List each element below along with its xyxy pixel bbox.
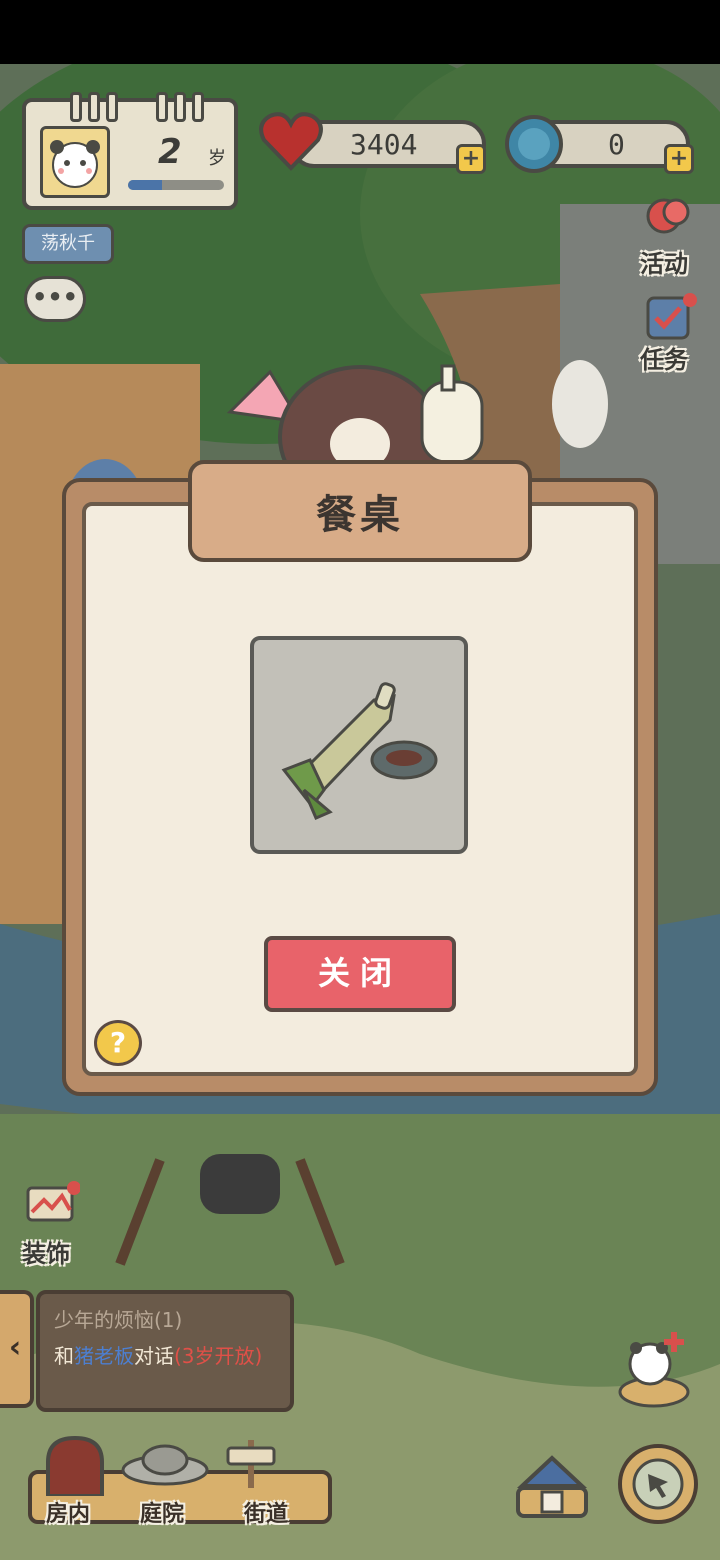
hearts-value: 3404 bbox=[350, 128, 418, 161]
zongzi-item-image bbox=[281, 682, 438, 820]
nav-street[interactable]: 街道 bbox=[244, 1496, 288, 1528]
add-gems-button[interactable]: + bbox=[664, 144, 694, 174]
quest-body-prefix: 和 bbox=[54, 1344, 74, 1368]
task-clipboard-icon bbox=[646, 293, 697, 340]
nav-room[interactable]: 房内 bbox=[46, 1496, 90, 1528]
food-decoration bbox=[226, 364, 484, 472]
heart-icon bbox=[259, 112, 323, 171]
quest-description: 和猪老板对话(3岁开放) bbox=[54, 1342, 290, 1370]
quest-unlock-note: (3岁开放) bbox=[174, 1344, 263, 1368]
collapse-quest-button[interactable]: ‹ bbox=[0, 1290, 34, 1408]
street-sign-icon bbox=[226, 1440, 276, 1488]
panda-companion-icon[interactable] bbox=[612, 1326, 696, 1410]
home-icon[interactable] bbox=[512, 1452, 592, 1522]
decorate-button[interactable]: 装饰 bbox=[22, 1234, 70, 1269]
age-value: 2 bbox=[158, 132, 182, 172]
panda-avatar bbox=[40, 126, 110, 198]
activity-button[interactable]: 活动 bbox=[640, 244, 688, 279]
balloon-icon bbox=[646, 198, 690, 234]
gems-value: 0 bbox=[608, 128, 625, 161]
quest-body-action: 对话 bbox=[134, 1344, 174, 1368]
add-hearts-button[interactable]: + bbox=[456, 144, 486, 174]
help-button[interactable]: ? bbox=[94, 1020, 142, 1066]
decorate-icon bbox=[26, 1181, 80, 1222]
profile-card[interactable]: 2 岁 bbox=[22, 92, 238, 210]
panda-face-icon bbox=[50, 140, 100, 188]
room-door-icon bbox=[46, 1435, 104, 1496]
age-unit: 岁 bbox=[208, 148, 226, 169]
nav-yard[interactable]: 庭院 bbox=[140, 1496, 184, 1528]
task-button[interactable]: 任务 bbox=[640, 340, 688, 375]
close-button[interactable]: 关闭 bbox=[264, 936, 456, 1012]
quest-title: 少年的烦恼(1) bbox=[54, 1308, 183, 1332]
pointer-mode-button[interactable] bbox=[618, 1444, 698, 1524]
dialog-title-board: 餐桌 bbox=[188, 460, 532, 562]
arrow-cursor-icon bbox=[632, 1458, 684, 1510]
quest-panel[interactable]: 少年的烦恼(1) 和猪老板对话(3岁开放) bbox=[36, 1290, 294, 1412]
item-image-frame bbox=[250, 636, 468, 854]
dialog-title: 餐桌 bbox=[316, 492, 404, 538]
chat-button[interactable]: ••• bbox=[24, 276, 86, 322]
status-tag: 荡秋千 bbox=[22, 224, 114, 264]
yard-icon bbox=[121, 1444, 209, 1486]
gem-icon bbox=[505, 115, 563, 173]
age-progress-bar bbox=[128, 180, 224, 190]
quest-npc-name: 猪老板 bbox=[74, 1344, 134, 1368]
age-progress-fill bbox=[128, 180, 162, 190]
